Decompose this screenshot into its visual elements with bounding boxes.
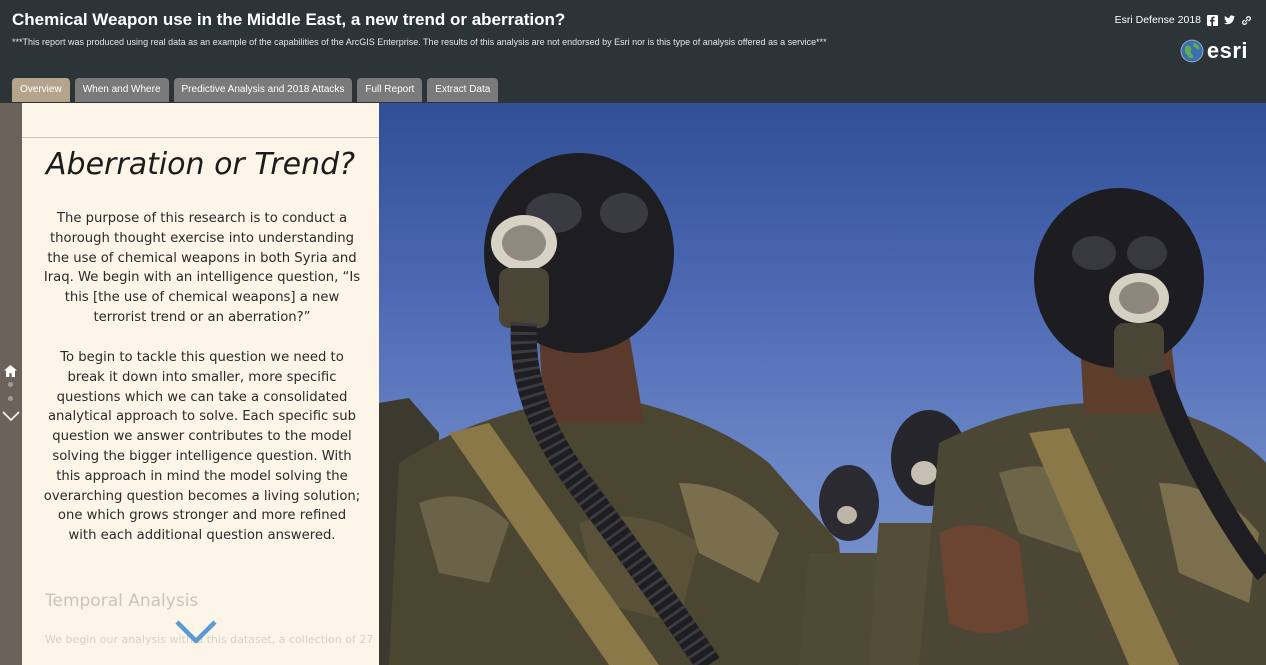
tab-when-and-where[interactable]: When and Where [74,78,169,102]
section-dot[interactable] [8,396,13,401]
tab-full-report[interactable]: Full Report [357,78,423,102]
panel-divider [22,137,379,138]
header-bar: Chemical Weapon use in the Middle East, … [0,0,1266,103]
twitter-icon[interactable] [1224,15,1235,26]
narrative-panel[interactable]: Aberration or Trend? The purpose of this… [22,103,379,665]
tab-predictive-analysis[interactable]: Predictive Analysis and 2018 Attacks [173,78,353,102]
tab-extract-data[interactable]: Extract Data [427,78,499,102]
next-section-heading: Temporal Analysis [45,591,199,611]
intro-paragraph: The purpose of this research is to condu… [43,211,361,325]
soldiers-gas-masks-photo [379,103,1266,665]
esri-logo[interactable]: esri [1180,38,1248,64]
photo-illustration [379,153,1266,665]
section-navigation-rail [0,103,22,665]
facebook-icon[interactable] [1207,14,1218,26]
tab-bar: Overview When and Where Predictive Analy… [12,78,499,102]
link-icon[interactable] [1241,15,1252,26]
header-brand-area: Esri Defense 2018 [1115,14,1252,26]
tab-overview[interactable]: Overview [12,78,70,102]
globe-icon [1180,39,1204,63]
brand-label: Esri Defense 2018 [1114,14,1201,26]
chevron-down-icon[interactable] [2,409,20,427]
home-icon[interactable] [4,364,17,382]
section-dot[interactable] [8,382,13,387]
section-heading: Aberration or Trend? [46,147,356,182]
page-title: Chemical Weapon use in the Middle East, … [12,10,566,29]
esri-wordmark: esri [1206,38,1248,63]
scroll-down-chevron-icon[interactable] [174,618,218,651]
disclaimer-text: ***This report was produced using real d… [12,37,827,47]
approach-paragraph: To begin to tackle this question we need… [43,350,361,544]
